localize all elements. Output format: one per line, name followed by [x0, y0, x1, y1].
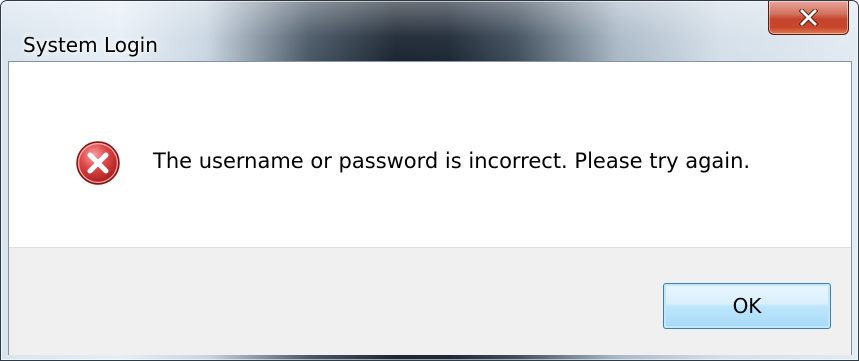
close-x-icon	[799, 9, 818, 26]
error-icon	[76, 141, 120, 185]
ok-button-label: OK	[732, 294, 762, 318]
error-message: The username or password is incorrect. P…	[153, 149, 751, 173]
dialog-client-area: The username or password is incorrect. P…	[8, 61, 852, 355]
title-bar[interactable]: System Login	[1, 1, 858, 61]
ok-button[interactable]: OK	[663, 283, 831, 329]
button-area: OK	[9, 247, 851, 355]
window-title: System Login	[23, 33, 158, 57]
dialog-window: System Login The username or password is…	[0, 0, 859, 361]
close-button[interactable]	[768, 1, 849, 35]
message-area: The username or password is incorrect. P…	[9, 62, 851, 247]
